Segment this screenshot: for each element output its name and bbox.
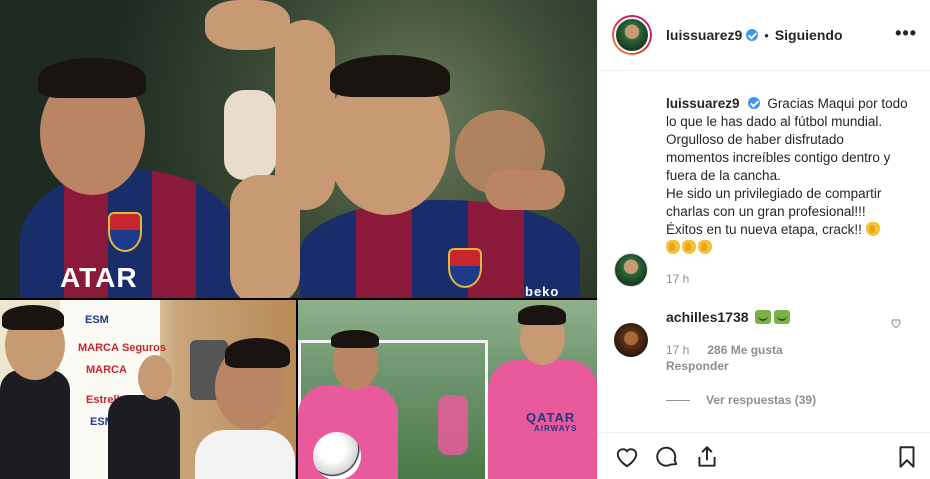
comment-like-icon[interactable] — [890, 317, 902, 329]
clapping-hands-icon — [682, 240, 696, 254]
arm — [230, 175, 300, 298]
caption-line: lo que le has dado al fútbol mundial. — [666, 114, 883, 129]
author-info: luissuarez9 • Siguiendo — [666, 27, 843, 43]
sponsor-qatar: QATAR — [526, 410, 576, 425]
more-options-icon[interactable]: ••• — [895, 24, 917, 42]
comment-meta: 17 h 286 Me gusta — [666, 343, 783, 357]
caption-line: He sido un privilegiado de compartir — [666, 186, 882, 201]
action-bar — [598, 432, 930, 479]
board-label-3: Seguros — [122, 342, 167, 354]
verified-icon — [747, 97, 760, 109]
caption-time[interactable]: 17 h — [666, 272, 689, 286]
bookmark-icon[interactable] — [894, 444, 920, 470]
face-center — [138, 355, 172, 400]
hair-xavi — [331, 330, 379, 348]
caption-line: charlas con un gran profesional!!! — [666, 204, 866, 219]
board-label-2: ESM — [85, 314, 109, 326]
white-shirt — [195, 430, 295, 479]
suited-man-left — [0, 370, 70, 479]
sponsor-text-2: beko — [525, 284, 560, 298]
author-avatar[interactable] — [612, 15, 652, 55]
bandaged-hand — [224, 90, 276, 180]
sponsor-text: ATAR — [60, 262, 138, 293]
view-replies-label: Ver respuestas (39) — [706, 393, 817, 407]
instagram-post: ATAR beko MARCA ESM Seguros MARCA ESM Es… — [0, 0, 930, 479]
caption-line: momentos increíbles contigo dentro y — [666, 150, 891, 165]
hair-left — [2, 305, 64, 330]
photo-top: ATAR beko — [0, 0, 597, 298]
caption-text: luissuarez9 Gracias Maqui por todo lo qu… — [666, 95, 926, 257]
reply-button[interactable]: Responder — [666, 359, 729, 373]
follow-button[interactable]: Siguiendo — [775, 27, 843, 43]
club-crest-2 — [448, 248, 482, 288]
caption-username[interactable]: luissuarez9 — [666, 96, 740, 111]
player-hair-2 — [330, 55, 450, 97]
player-hair — [38, 58, 146, 98]
comments-section: luissuarez9 Gracias Maqui por todo lo qu… — [598, 71, 930, 432]
post-image[interactable]: ATAR beko MARCA ESM Seguros MARCA ESM Es… — [0, 0, 597, 479]
caption-line: fuera de la cancha. — [666, 168, 781, 183]
photo-bottom-left: MARCA ESM Seguros MARCA ESM Estrella — [0, 300, 296, 479]
caption-line: Gracias Maqui por todo — [767, 96, 908, 111]
football — [313, 432, 361, 479]
commenter-username[interactable]: achilles1738 — [666, 309, 749, 325]
caption-avatar[interactable] — [614, 253, 648, 287]
comment-likes[interactable]: 286 Me gusta — [707, 343, 782, 357]
view-replies-button[interactable]: Ver respuestas (39) — [666, 393, 816, 407]
hair-suarez — [518, 305, 566, 325]
comment-text: achilles1738 — [666, 309, 791, 325]
author-username[interactable]: luissuarez9 — [666, 27, 742, 43]
hair-right — [225, 338, 290, 368]
caption-line: Éxitos en tu nueva etapa, crack!! — [666, 222, 862, 237]
pink-kit-background — [438, 395, 468, 455]
heart-icon[interactable] — [614, 444, 640, 470]
clapping-hands-icon — [865, 222, 880, 236]
board-label-1: MARCA — [78, 342, 119, 354]
post-header: luissuarez9 • Siguiendo ••• — [598, 0, 930, 71]
sponsor-qatar-sub: AIRWAYS — [534, 424, 578, 433]
clapping-hands-icon — [666, 240, 680, 254]
caption-line: Orgulloso de haber disfrutado — [666, 132, 844, 147]
hand-on-shoulder — [485, 170, 565, 210]
board-label-4: MARCA — [86, 364, 127, 376]
post-sidebar: luissuarez9 • Siguiendo ••• luissuarez9 … — [597, 0, 930, 479]
star-struck-emoji-icon — [774, 310, 791, 324]
photo-bottom-right: QATAR AIRWAYS — [298, 300, 597, 479]
comment-time[interactable]: 17 h — [666, 343, 689, 357]
clapping-hands-icon — [698, 240, 712, 254]
commenter-avatar[interactable] — [614, 323, 648, 357]
comment-icon[interactable] — [654, 444, 680, 470]
verified-icon — [746, 29, 759, 41]
separator-dot: • — [764, 27, 769, 43]
replies-divider — [666, 399, 690, 401]
star-struck-emoji-icon — [755, 310, 772, 324]
suited-man-center — [108, 395, 180, 479]
club-crest — [108, 212, 142, 252]
share-icon[interactable] — [694, 444, 720, 470]
